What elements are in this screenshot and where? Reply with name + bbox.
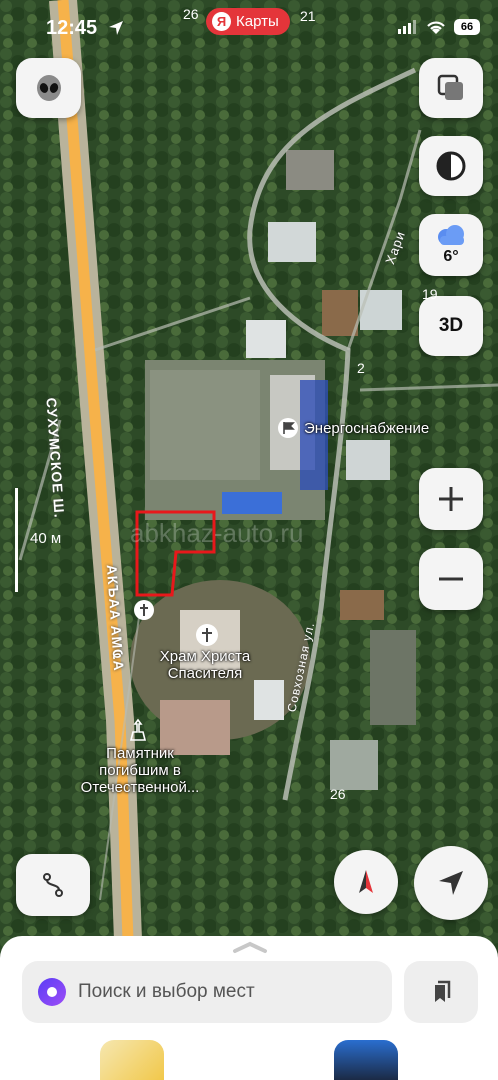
poi-monument-line3: Отечественной... <box>80 779 200 796</box>
my-location-button[interactable] <box>414 846 488 920</box>
poi-temple[interactable]: Храм Христа Спасителя <box>145 648 265 682</box>
alien-avatar-icon <box>36 75 61 101</box>
bookmarks-button[interactable] <box>404 961 478 1023</box>
flag-icon <box>278 418 298 438</box>
clock: 12:45 <box>46 17 98 39</box>
poi-monument-line1: Памятник <box>106 745 174 762</box>
poi-temple-line1: Храм Христа <box>159 648 251 665</box>
scale-bar <box>15 488 18 592</box>
monument-icon[interactable] <box>127 718 149 742</box>
location-arrow-icon <box>109 21 123 35</box>
poi-temple-line2: Спасителя <box>167 665 243 682</box>
app-pill[interactable]: Я Карты <box>206 8 290 35</box>
house-number: 2 <box>357 360 365 376</box>
scale-label: 40 м <box>30 530 62 547</box>
status-bar: 12:45 26 Я Карты 21 66 <box>0 0 498 58</box>
sheet-handle-chevron-icon[interactable] <box>232 940 268 954</box>
night-mode-icon <box>436 151 466 181</box>
night-mode-button[interactable] <box>419 136 483 196</box>
weather-widget[interactable]: 6° <box>419 214 483 276</box>
layers-button[interactable] <box>419 58 483 118</box>
map-number-left: 26 <box>183 6 199 22</box>
app-name: Карты <box>236 13 279 30</box>
3d-label: 3D <box>438 315 464 336</box>
bookmark-icon <box>435 980 451 1002</box>
layers-icon <box>437 74 463 100</box>
weather-temperature: 6° <box>443 248 459 265</box>
search-input[interactable]: Поиск и выбор мест <box>78 981 255 1003</box>
shortcut-tile-left[interactable] <box>100 1040 164 1080</box>
navigation-arrow-icon <box>439 871 463 895</box>
signal-icon <box>398 20 416 34</box>
battery-indicator: 66 <box>454 19 480 35</box>
wifi-icon <box>427 21 445 34</box>
route-button[interactable] <box>16 854 90 916</box>
search-bar[interactable]: Поиск и выбор мест <box>22 961 392 1023</box>
cloud-icon <box>438 225 464 245</box>
poi-monument-line2: погибшим в <box>99 762 181 779</box>
profile-button[interactable] <box>16 58 81 118</box>
yandex-badge: Я <box>212 12 231 31</box>
plus-icon <box>439 487 463 511</box>
church-icon[interactable] <box>196 624 218 646</box>
shortcut-tile-right[interactable] <box>334 1040 398 1080</box>
zoom-out-button[interactable] <box>419 548 483 610</box>
watermark: abkhaz-auto.ru <box>130 518 304 548</box>
house-number: 26 <box>330 786 346 802</box>
map-number-right: 21 <box>300 8 316 24</box>
poi-energy[interactable]: Энергоснабжение <box>278 418 429 438</box>
minus-icon <box>439 577 463 581</box>
church-icon[interactable] <box>134 600 154 620</box>
zoom-in-button[interactable] <box>419 468 483 530</box>
status-icons: 66 <box>398 19 480 35</box>
house-number: 19 <box>422 286 438 302</box>
alice-icon[interactable] <box>38 978 66 1006</box>
3d-button[interactable]: 3D <box>419 296 483 356</box>
route-icon <box>43 873 63 897</box>
compass-icon <box>359 870 373 893</box>
compass-button[interactable] <box>334 850 398 914</box>
poi-monument[interactable]: Памятник погибшим в Отечественной... <box>60 745 220 796</box>
poi-energy-label: Энергоснабжение <box>304 419 430 437</box>
